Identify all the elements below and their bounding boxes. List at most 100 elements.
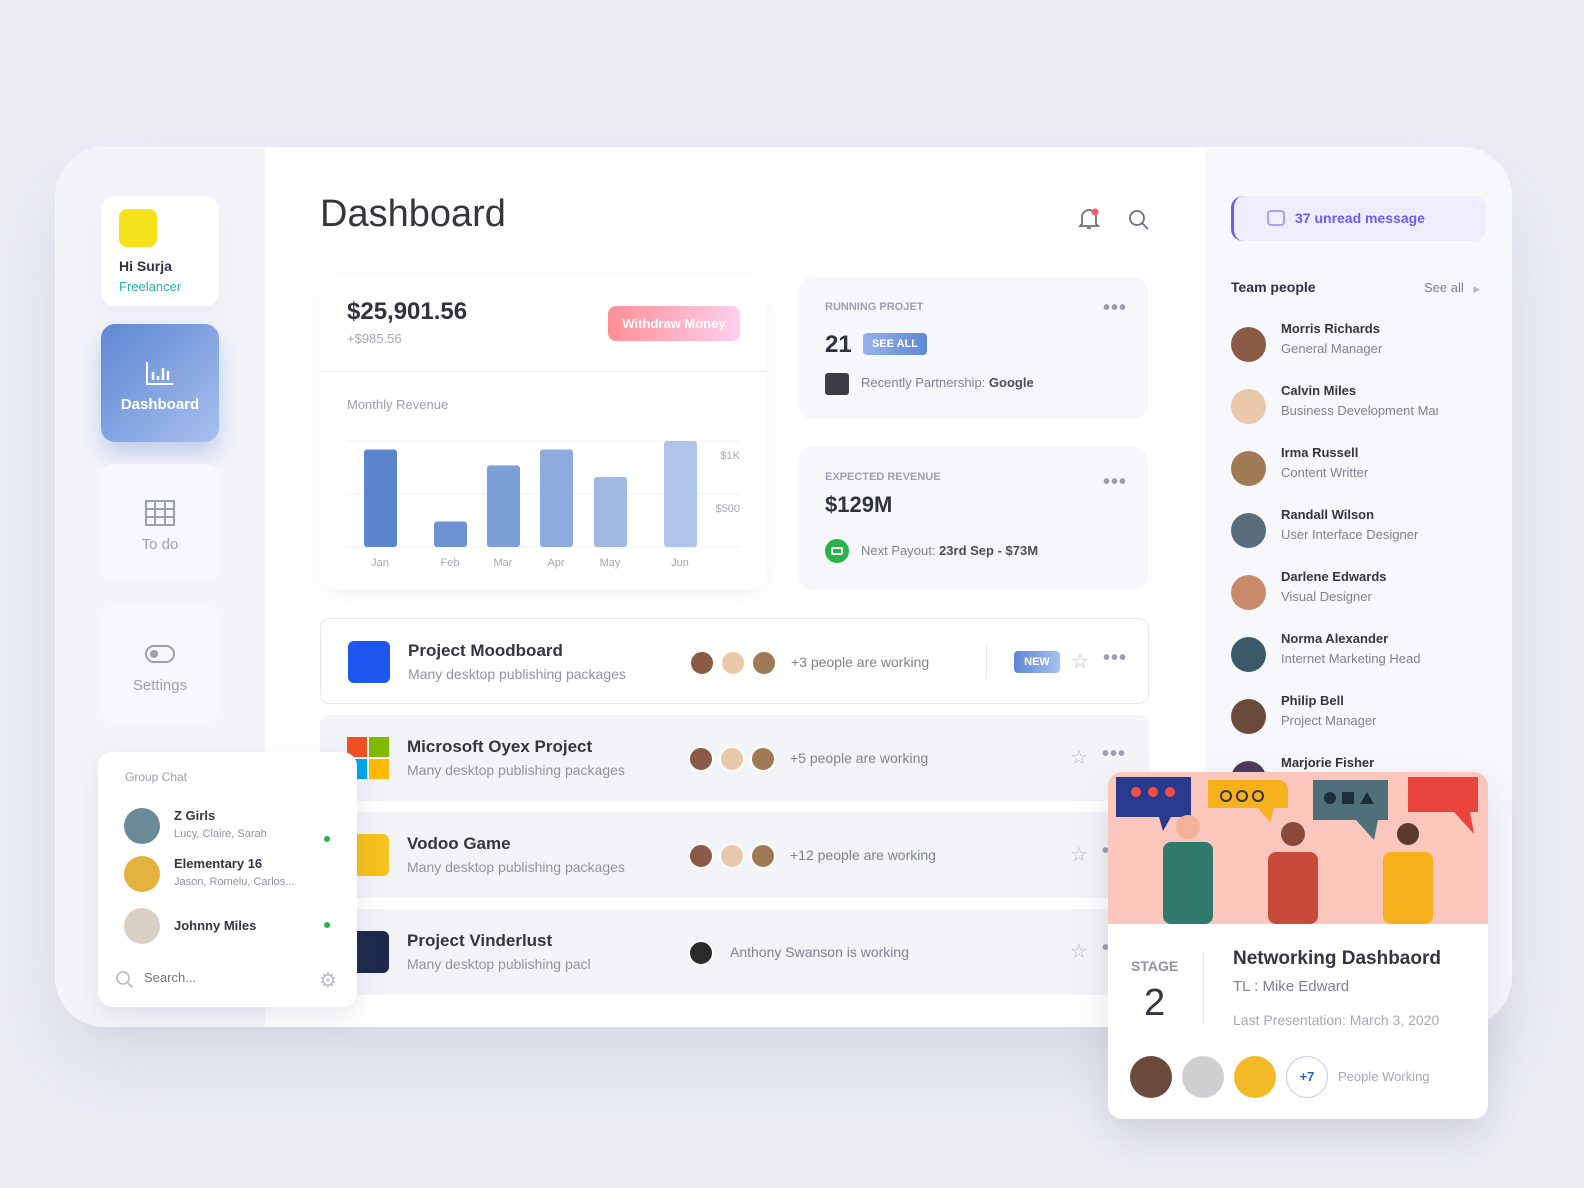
nav-dashboard[interactable]: Dashboard bbox=[101, 324, 219, 442]
avatar bbox=[119, 209, 157, 247]
last-presentation: Last Presentation: March 3, 2020 bbox=[1233, 1012, 1440, 1028]
avatar bbox=[719, 843, 745, 869]
team-see-all[interactable]: See all ▶ bbox=[1424, 280, 1480, 295]
project-row[interactable]: Project Moodboard Many desktop publishin… bbox=[320, 618, 1149, 704]
team-member[interactable]: Morris Richards General Manager bbox=[1231, 321, 1481, 389]
team-member[interactable]: Irma Russell Content Writter bbox=[1231, 445, 1481, 513]
people-working-label: People Working bbox=[1338, 1069, 1430, 1084]
member-role: Visual Designer bbox=[1281, 589, 1372, 604]
chart-title: Monthly Revenue bbox=[347, 397, 449, 412]
stage-label: STAGE bbox=[1131, 958, 1179, 974]
chat-item[interactable]: Johnny Miles bbox=[124, 908, 344, 954]
project-row[interactable]: Microsoft Oyex Project Many desktop publ… bbox=[320, 715, 1149, 801]
project-working: +5 people are working bbox=[790, 750, 929, 766]
x-tick-label: Jan bbox=[371, 557, 389, 569]
chevron-right-icon: ▶ bbox=[1473, 284, 1481, 294]
project-title: Microsoft Oyex Project bbox=[407, 737, 593, 756]
project-working: +3 people are working bbox=[791, 654, 930, 670]
member-name: Darlene Edwards bbox=[1281, 569, 1387, 584]
project-subtitle: Many desktop publishing packages bbox=[407, 762, 625, 778]
avatar bbox=[750, 843, 776, 869]
team-title: Team people bbox=[1231, 279, 1316, 295]
expected-revenue-card: EXPECTED REVENUE ••• $129M Next Payout: … bbox=[798, 447, 1148, 589]
chat-search-input[interactable] bbox=[144, 970, 294, 985]
member-role: General Manager bbox=[1281, 341, 1383, 356]
bell-icon[interactable] bbox=[1078, 207, 1100, 231]
star-icon[interactable]: ☆ bbox=[1071, 649, 1089, 674]
running-label: RUNNING PROJET bbox=[825, 301, 924, 313]
project-title: Project Vinderlust bbox=[407, 931, 553, 950]
avatar bbox=[124, 856, 160, 892]
profile-card[interactable]: Hi Surja Freelancer bbox=[101, 196, 219, 306]
search-icon[interactable] bbox=[1128, 209, 1150, 231]
nav-todo[interactable]: To do bbox=[101, 464, 219, 582]
avatar bbox=[1130, 1056, 1172, 1098]
more-icon[interactable]: ••• bbox=[1103, 471, 1127, 494]
networking-illustration bbox=[1108, 772, 1488, 924]
chat-item[interactable]: Z Girls Lucy, Claire, Sarah bbox=[124, 808, 344, 854]
x-tick-label: Mar bbox=[494, 557, 513, 569]
star-icon[interactable]: ☆ bbox=[1070, 745, 1088, 770]
more-people-count[interactable]: +7 bbox=[1286, 1056, 1328, 1098]
project-working: +12 people are working bbox=[790, 847, 936, 863]
group-chat-panel: Group Chat Z Girls Lucy, Claire, Sarah Ele… bbox=[98, 752, 357, 1007]
bar-jun bbox=[664, 441, 697, 547]
networking-card[interactable]: STAGE 2 Networking Dashbaord TL : Mike E… bbox=[1108, 772, 1488, 1119]
more-icon[interactable]: ••• bbox=[1103, 297, 1127, 320]
see-all-button[interactable]: SEE ALL bbox=[863, 333, 927, 355]
member-role: Business Development Manager bbox=[1281, 403, 1438, 418]
partner-name: Google bbox=[988, 375, 1034, 390]
star-icon[interactable]: ☆ bbox=[1070, 939, 1088, 964]
star-icon[interactable]: ☆ bbox=[1070, 842, 1088, 867]
chat-icon bbox=[1267, 210, 1285, 226]
stage-number: 2 bbox=[1144, 982, 1166, 1024]
avatar bbox=[1182, 1056, 1224, 1098]
project-avatars bbox=[689, 650, 782, 681]
unread-messages-button[interactable]: 37 unread message bbox=[1231, 196, 1486, 241]
project-avatars bbox=[688, 843, 781, 874]
bar-jan bbox=[364, 449, 397, 547]
team-lead: TL : Mike Edward bbox=[1233, 978, 1350, 995]
member-name: Irma Russell bbox=[1281, 445, 1359, 460]
grid-icon bbox=[145, 500, 175, 526]
project-row[interactable]: Project Vinderlust Many desktop publishi… bbox=[320, 909, 1149, 995]
project-title: Project Moodboard bbox=[408, 641, 563, 660]
more-icon[interactable]: ••• bbox=[1103, 647, 1127, 670]
y-tick-label: $1K bbox=[720, 450, 740, 462]
chat-name: Z Girls bbox=[174, 808, 216, 823]
team-member[interactable]: Philip Bell Project Manager bbox=[1231, 693, 1481, 761]
avatar bbox=[1231, 637, 1266, 672]
chat-members: Jason, Romelu, Carlos... bbox=[174, 876, 295, 888]
team-member[interactable]: Darlene Edwards Visual Designer bbox=[1231, 569, 1481, 637]
member-name: Philip Bell bbox=[1281, 693, 1344, 708]
withdraw-button[interactable]: Withdraw Money bbox=[608, 306, 740, 341]
payout-icon bbox=[825, 539, 849, 563]
member-role: Internet Marketing Head bbox=[1281, 651, 1421, 666]
project-avatars bbox=[688, 940, 719, 971]
page-title: Dashboard bbox=[320, 193, 506, 235]
expected-label: EXPECTED REVENUE bbox=[825, 471, 941, 483]
gear-icon[interactable]: ⚙ bbox=[319, 968, 337, 993]
running-project-card: RUNNING PROJET ••• 21 SEE ALL Recently P… bbox=[798, 277, 1148, 419]
avatar bbox=[124, 908, 160, 944]
team-member[interactable]: Norma Alexander Internet Marketing Head bbox=[1231, 631, 1481, 699]
divider bbox=[986, 645, 987, 679]
chat-item[interactable]: Elementary 16 Jason, Romelu, Carlos... bbox=[124, 856, 344, 902]
online-indicator bbox=[324, 922, 330, 928]
group-chat-title: Group Chat bbox=[125, 770, 188, 784]
member-name: Calvin Miles bbox=[1281, 383, 1357, 398]
expected-amount: $129M bbox=[825, 492, 893, 517]
member-name: Marjorie Fisher bbox=[1281, 755, 1375, 770]
project-row[interactable]: Vodoo Game Many desktop publishing packa… bbox=[320, 812, 1149, 898]
balance-amount: $25,901.56 bbox=[347, 298, 468, 325]
avatar bbox=[124, 808, 160, 844]
more-icon[interactable]: ••• bbox=[1102, 743, 1126, 766]
project-subtitle: Many desktop publishing packages bbox=[407, 859, 625, 875]
team-member[interactable]: Randall Wilson User Interface Designer bbox=[1231, 507, 1481, 575]
team-member[interactable]: Calvin Miles Business Development Manager bbox=[1231, 383, 1481, 451]
nav-settings[interactable]: Settings bbox=[101, 605, 219, 723]
partner-prefix: Recently Partnership: bbox=[861, 375, 989, 390]
nav-label: Settings bbox=[132, 677, 188, 694]
chat-name: Elementary 16 bbox=[174, 856, 263, 871]
member-role: Project Manager bbox=[1281, 713, 1377, 728]
